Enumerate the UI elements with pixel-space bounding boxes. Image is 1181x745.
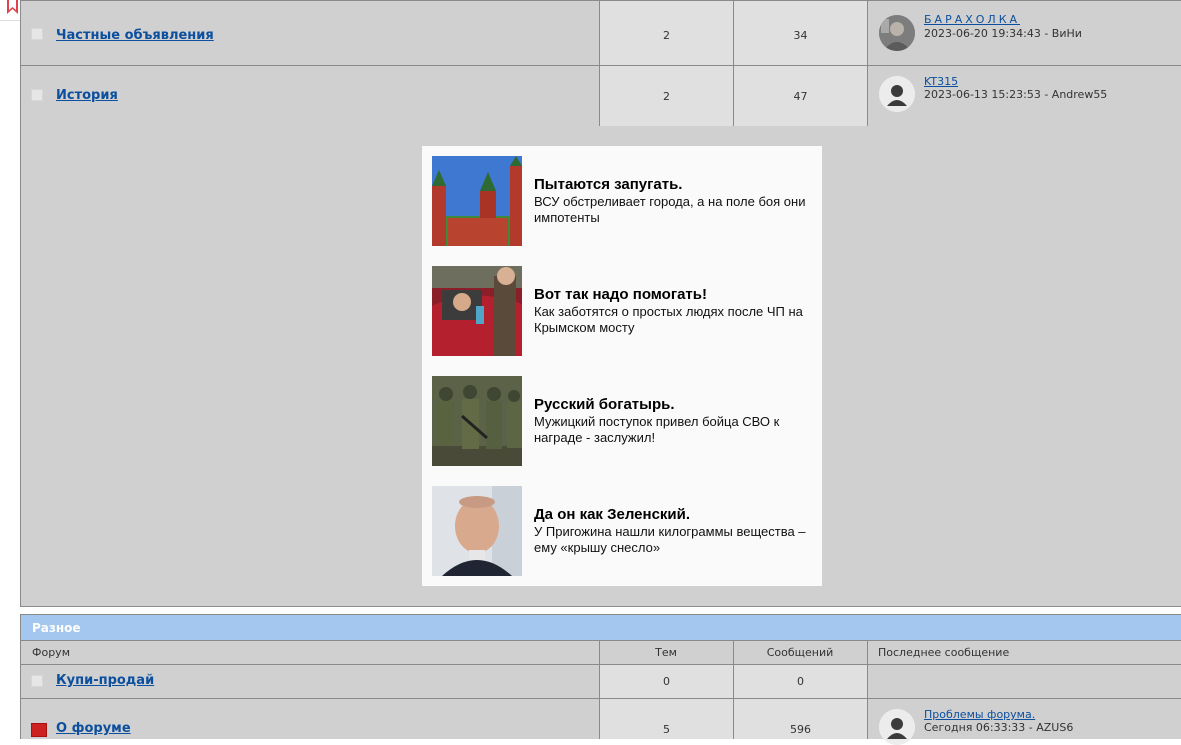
column-posts-header: Сообщений xyxy=(766,646,834,659)
default-user-avatar[interactable] xyxy=(879,709,915,745)
news-teaser-item[interactable]: Пытаются запугать. ВСУ обстреливает горо… xyxy=(432,156,812,246)
forum-row: История 2 47 KT315 2023-06-13 15:23:53 -… xyxy=(20,66,1181,126)
bookmark-icon xyxy=(7,0,18,14)
column-divider xyxy=(867,641,868,664)
topics-count: 0 xyxy=(663,675,670,688)
forum-cell: Купи-продай xyxy=(21,665,599,698)
last-post-cell: Проблемы форума. Сегодня 06:33:33 - AZUS… xyxy=(867,699,1181,745)
default-user-avatar[interactable] xyxy=(879,76,915,112)
news-teaser-item[interactable]: Да он как Зеленский. У Пригожина нашли к… xyxy=(432,486,812,576)
teaser-title[interactable]: Пытаются запугать. xyxy=(534,176,810,194)
last-post-cell xyxy=(867,665,1181,698)
teaser-text: Пытаются запугать. ВСУ обстреливает горо… xyxy=(534,176,810,226)
last-post-meta: Сегодня 06:33:33 - AZUS6 xyxy=(924,721,1074,734)
posts-count: 0 xyxy=(797,675,804,688)
last-post-meta: 2023-06-20 19:34:43 - ВиНи xyxy=(924,27,1082,40)
topics-count-cell: 5 xyxy=(599,699,733,739)
forum-link[interactable]: Частные объявления xyxy=(56,28,214,43)
forum-row: Купи-продай 0 0 xyxy=(20,665,1181,699)
forum-cell: Частные объявления xyxy=(21,1,599,65)
last-post-cell: БАРАХОЛКА 2023-06-20 19:34:43 - ВиНи xyxy=(867,1,1181,65)
photo-avatar[interactable] xyxy=(879,15,915,51)
posts-count-cell: 47 xyxy=(733,66,867,126)
forum-link[interactable]: Купи-продай xyxy=(56,673,154,688)
column-topics-header: Тем xyxy=(655,646,677,659)
forum-read-icon xyxy=(31,89,43,101)
car-window-image[interactable] xyxy=(432,266,522,356)
posts-count: 596 xyxy=(790,723,811,736)
topics-count: 2 xyxy=(663,29,670,42)
teaser-title[interactable]: Вот так надо помогать! xyxy=(534,286,810,304)
last-post-link[interactable]: KT315 xyxy=(924,75,958,88)
column-last-header: Последнее сообщение xyxy=(878,646,1010,659)
category-title[interactable]: Разное xyxy=(32,621,81,635)
kremlin-towers-image[interactable] xyxy=(432,156,522,246)
forum-new-posts-icon xyxy=(31,723,47,737)
forum-cell: О форуме xyxy=(21,699,599,739)
teaser-description[interactable]: Как заботятся о простых людях после ЧП н… xyxy=(534,304,810,336)
news-teaser-block: Пытаются запугать. ВСУ обстреливает горо… xyxy=(422,146,822,586)
column-divider xyxy=(599,641,600,664)
column-divider xyxy=(733,641,734,664)
last-post-cell: KT315 2023-06-13 15:23:53 - Andrew55 xyxy=(867,66,1181,126)
forum-link[interactable]: О форуме xyxy=(56,721,131,736)
ad-area: Пытаются запугать. ВСУ обстреливает горо… xyxy=(20,126,1181,607)
posts-count-cell: 0 xyxy=(733,665,867,698)
teaser-text: Вот так надо помогать! Как заботятся о п… xyxy=(534,286,810,336)
forum-read-icon xyxy=(31,675,43,687)
topics-count-cell: 2 xyxy=(599,1,733,65)
forum-row: О форуме 5 596 Проблемы форума. Сегодня … xyxy=(20,699,1181,745)
posts-count-cell: 34 xyxy=(733,1,867,65)
teaser-description[interactable]: ВСУ обстреливает города, а на поле боя о… xyxy=(534,194,810,226)
last-post-link[interactable]: Проблемы форума. xyxy=(924,708,1035,721)
category-header: Разное xyxy=(20,614,1181,641)
last-post-link[interactable]: БАРАХОЛКА xyxy=(924,13,1020,26)
last-post-meta: 2023-06-13 15:23:53 - Andrew55 xyxy=(924,88,1108,101)
topics-count-cell: 2 xyxy=(599,66,733,126)
posts-count-cell: 596 xyxy=(733,699,867,739)
column-headers: Форум Тем Сообщений Последнее сообщение xyxy=(20,641,1181,665)
teaser-description[interactable]: У Пригожина нашли килограммы вещества – … xyxy=(534,524,810,556)
topics-count: 2 xyxy=(663,90,670,103)
posts-count: 34 xyxy=(793,29,808,42)
column-forum-header: Форум xyxy=(32,646,70,659)
forum-read-icon xyxy=(31,28,43,40)
news-teaser-item[interactable]: Вот так надо помогать! Как заботятся о п… xyxy=(432,266,812,356)
forum-link[interactable]: История xyxy=(56,88,118,103)
soldiers-image[interactable] xyxy=(432,376,522,466)
forum-row: Частные объявления 2 34 БАРАХОЛКА 2023-0… xyxy=(20,0,1181,66)
teaser-text: Да он как Зеленский. У Пригожина нашли к… xyxy=(534,506,810,556)
news-teaser-item[interactable]: Русский богатырь. Мужицкий поступок прив… xyxy=(432,376,812,466)
teaser-text: Русский богатырь. Мужицкий поступок прив… xyxy=(534,396,810,446)
topics-count-cell: 0 xyxy=(599,665,733,698)
posts-count: 47 xyxy=(793,90,808,103)
forum-cell: История xyxy=(21,66,599,126)
topics-count: 5 xyxy=(663,723,670,736)
teaser-title[interactable]: Русский богатырь. xyxy=(534,396,810,414)
man-portrait-image[interactable] xyxy=(432,486,522,576)
teaser-title[interactable]: Да он как Зеленский. xyxy=(534,506,810,524)
teaser-description[interactable]: Мужицкий поступок привел бойца СВО к наг… xyxy=(534,414,810,446)
